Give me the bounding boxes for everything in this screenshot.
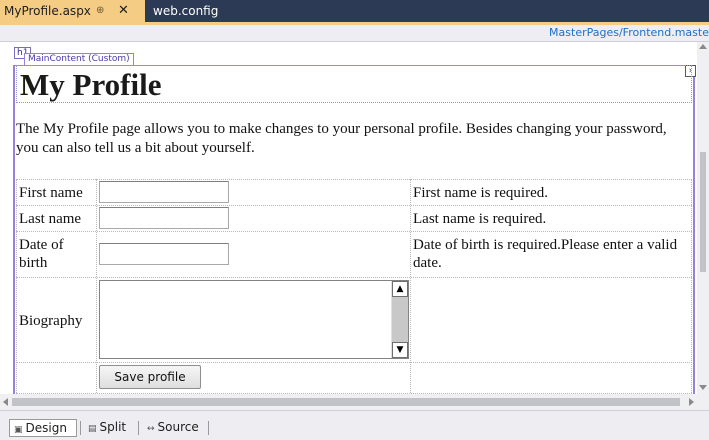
last-name-label: Last name	[19, 211, 82, 227]
vertical-scroll-thumb[interactable]	[700, 152, 706, 272]
profile-form-table: First name First name is required. Last …	[16, 179, 692, 394]
split-view-label: Split	[99, 420, 127, 434]
table-gridline	[16, 179, 692, 180]
view-separator	[80, 421, 81, 435]
tab-label: MyProfile.aspx	[4, 4, 91, 18]
scroll-down-icon[interactable]	[699, 385, 707, 390]
table-gridline	[96, 179, 97, 394]
horizontal-scroll-thumb[interactable]	[12, 398, 680, 406]
save-profile-button[interactable]: Save profile	[99, 365, 201, 389]
tab-label: web.config	[153, 4, 219, 18]
table-gridline	[16, 231, 692, 232]
scrollbar-corner	[697, 394, 709, 410]
scroll-up-arrow-icon[interactable]: ▲	[392, 281, 408, 297]
table-gridline	[410, 179, 411, 394]
master-page-link[interactable]: MasterPages/Frontend.maste	[549, 26, 709, 39]
design-surface[interactable]: h1 MainContent (Custom) › My Profile The…	[0, 42, 709, 394]
view-switcher-bar: ▣ Design ▤ Split ↔ Source	[0, 410, 709, 440]
scroll-right-icon[interactable]	[689, 398, 694, 406]
first-name-input[interactable]	[99, 181, 229, 203]
table-gridline	[16, 179, 17, 394]
vertical-scrollbar[interactable]	[697, 42, 709, 394]
tab-myprofile-aspx[interactable]: MyProfile.aspx ⊕ ✕	[0, 0, 145, 22]
close-icon[interactable]: ✕	[118, 0, 129, 22]
date-of-birth-label: Date of birth	[19, 237, 64, 271]
last-name-input[interactable]	[99, 207, 229, 229]
view-separator	[208, 421, 209, 435]
view-separator	[138, 421, 139, 435]
first-name-label: First name	[19, 185, 83, 201]
first-name-required-message: First name is required.	[413, 185, 548, 201]
source-view-label: Source	[157, 420, 199, 434]
biography-label: Biography	[19, 313, 83, 329]
scroll-up-icon[interactable]	[699, 44, 707, 49]
table-gridline	[691, 179, 692, 394]
horizontal-scrollbar[interactable]	[0, 394, 697, 410]
split-view-icon: ▤	[88, 424, 97, 434]
last-name-required-message: Last name is required.	[413, 211, 547, 227]
table-gridline	[16, 205, 692, 206]
design-view-button[interactable]: ▣ Design	[9, 419, 77, 437]
scroll-down-arrow-icon[interactable]: ▼	[392, 342, 408, 358]
tab-web-config[interactable]: web.config	[149, 0, 229, 22]
source-view-button[interactable]: ↔ Source	[143, 419, 203, 437]
scroll-left-icon[interactable]	[3, 398, 8, 406]
biography-textarea[interactable]: ▲ ▼	[99, 280, 409, 359]
design-view-label: Design	[25, 421, 67, 435]
content-region-tag[interactable]: MainContent (Custom)	[24, 53, 134, 65]
master-page-path-bar: MasterPages/Frontend.maste	[0, 25, 709, 42]
document-tab-strip: MyProfile.aspx ⊕ ✕ web.config	[0, 0, 709, 22]
biography-scrollbar[interactable]: ▲ ▼	[391, 281, 408, 358]
table-gridline	[16, 277, 692, 278]
design-view-icon: ▣	[14, 425, 23, 435]
table-gridline	[16, 362, 692, 363]
intro-paragraph: The My Profile page allows you to make c…	[16, 121, 667, 156]
date-of-birth-validation-message: Date of birth is required.Please enter a…	[413, 237, 678, 271]
split-view-button[interactable]: ▤ Split	[84, 419, 130, 437]
pin-icon[interactable]: ⊕	[96, 0, 104, 22]
heading-block[interactable]: My Profile	[16, 65, 692, 103]
date-of-birth-input[interactable]	[99, 243, 229, 265]
page-title: My Profile	[20, 67, 162, 102]
source-view-icon: ↔	[147, 424, 155, 434]
